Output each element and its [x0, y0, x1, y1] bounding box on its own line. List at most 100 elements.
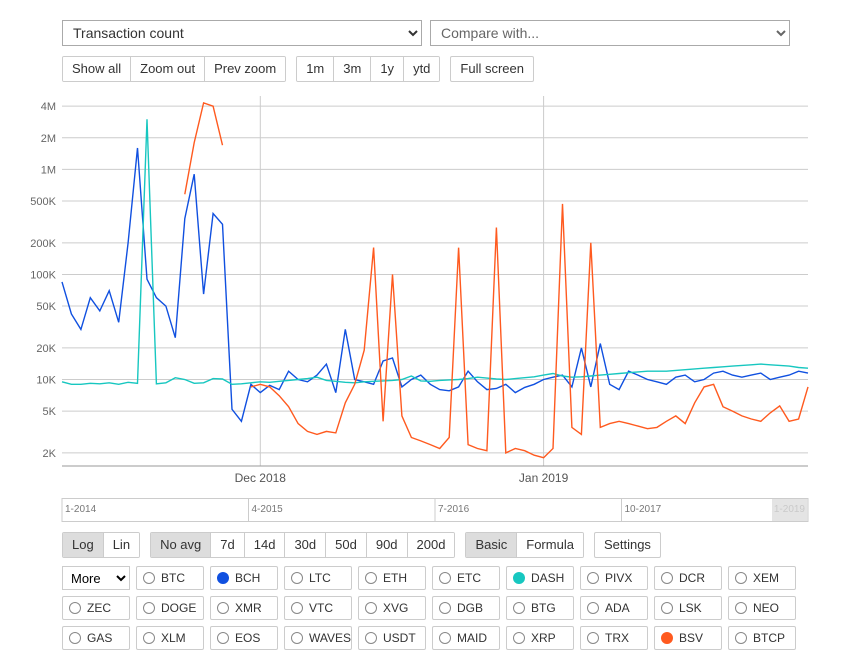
range-1y-button[interactable]: 1y — [370, 57, 403, 81]
avg-200d-button[interactable]: 200d — [407, 533, 455, 557]
prev-zoom-button[interactable]: Prev zoom — [204, 57, 285, 81]
coin-toggle-xem[interactable]: XEM — [728, 566, 796, 590]
coin-dot-icon — [439, 602, 451, 614]
full-screen-button[interactable]: Full screen — [450, 56, 534, 82]
coin-label: DOGE — [161, 601, 196, 615]
coin-dot-icon — [513, 632, 525, 644]
range-1m-button[interactable]: 1m — [297, 57, 333, 81]
coin-toggle-ada[interactable]: ADA — [580, 596, 648, 620]
coin-toggle-bch[interactable]: BCH — [210, 566, 278, 590]
coin-dot-icon — [439, 632, 451, 644]
coin-dot-icon — [143, 572, 155, 584]
svg-text:100K: 100K — [30, 269, 56, 281]
coin-dot-icon — [217, 602, 229, 614]
coin-toggle-gas[interactable]: GAS — [62, 626, 130, 650]
no-avg-button[interactable]: No avg — [151, 533, 210, 557]
coin-label: DCR — [679, 571, 705, 585]
coin-toggle-btc[interactable]: BTC — [136, 566, 204, 590]
coin-label: VTC — [309, 601, 333, 615]
more-coins-select[interactable]: More — [62, 566, 130, 590]
settings-button[interactable]: Settings — [594, 532, 661, 558]
range-ytd-button[interactable]: ytd — [403, 57, 439, 81]
coin-label: BTCP — [753, 631, 785, 645]
svg-text:1M: 1M — [41, 164, 56, 176]
log-button[interactable]: Log — [63, 533, 103, 557]
svg-text:500K: 500K — [30, 196, 56, 208]
coin-toggle-zec[interactable]: ZEC — [62, 596, 130, 620]
coin-dot-icon — [587, 632, 599, 644]
coin-toggle-ltc[interactable]: LTC — [284, 566, 352, 590]
coin-dot-icon — [513, 572, 525, 584]
metric-select[interactable]: Transaction count — [62, 20, 422, 46]
svg-text:10-2017: 10-2017 — [625, 504, 662, 515]
coin-toggle-lsk[interactable]: LSK — [654, 596, 722, 620]
coin-toggle-usdt[interactable]: USDT — [358, 626, 426, 650]
avg-30d-button[interactable]: 30d — [284, 533, 325, 557]
coin-toggle-dgb[interactable]: DGB — [432, 596, 500, 620]
coin-label: NEO — [753, 601, 779, 615]
coin-dot-icon — [587, 572, 599, 584]
chart-area[interactable]: 2K5K10K20K50K100K200K500K1M2M4MDec 2018J… — [18, 86, 825, 496]
coin-toggle-etc[interactable]: ETC — [432, 566, 500, 590]
coin-dot-icon — [365, 632, 377, 644]
coin-dot-icon — [365, 572, 377, 584]
coin-label: BCH — [235, 571, 260, 585]
coin-label: USDT — [383, 631, 416, 645]
range-3m-button[interactable]: 3m — [333, 57, 370, 81]
timeline-brush[interactable]: 1-20144-20157-201610-20171-2019 — [18, 498, 818, 522]
coin-toggle-eos[interactable]: EOS — [210, 626, 278, 650]
coin-dot-icon — [587, 602, 599, 614]
formula-button[interactable]: Formula — [516, 533, 583, 557]
coin-dot-icon — [735, 632, 747, 644]
avg-14d-button[interactable]: 14d — [244, 533, 285, 557]
coin-toggle-xvg[interactable]: XVG — [358, 596, 426, 620]
coin-label: ETC — [457, 571, 481, 585]
coin-label: EOS — [235, 631, 260, 645]
coin-dot-icon — [661, 572, 673, 584]
coin-toggle-btcp[interactable]: BTCP — [728, 626, 796, 650]
lin-button[interactable]: Lin — [103, 533, 139, 557]
coin-toggle-neo[interactable]: NEO — [728, 596, 796, 620]
coin-toggle-eth[interactable]: ETH — [358, 566, 426, 590]
coin-toggle-trx[interactable]: TRX — [580, 626, 648, 650]
avg-7d-button[interactable]: 7d — [210, 533, 243, 557]
coin-toggle-xrp[interactable]: XRP — [506, 626, 574, 650]
coin-label: XRP — [531, 631, 556, 645]
coin-label: BTC — [161, 571, 185, 585]
coin-toggle-pivx[interactable]: PIVX — [580, 566, 648, 590]
basic-button[interactable]: Basic — [466, 533, 516, 557]
coin-dot-icon — [143, 602, 155, 614]
avg-50d-button[interactable]: 50d — [325, 533, 366, 557]
coin-label: LSK — [679, 601, 702, 615]
coin-dot-icon — [217, 572, 229, 584]
coin-toggle-vtc[interactable]: VTC — [284, 596, 352, 620]
coin-toggle-maid[interactable]: MAID — [432, 626, 500, 650]
avg-group: No avg 7d 14d 30d 50d 90d 200d — [150, 532, 455, 558]
coin-toggle-dcr[interactable]: DCR — [654, 566, 722, 590]
svg-text:5K: 5K — [43, 406, 57, 418]
coin-toggle-waves[interactable]: WAVES — [284, 626, 352, 650]
coin-label: DASH — [531, 571, 564, 585]
avg-90d-button[interactable]: 90d — [366, 533, 407, 557]
coin-dot-icon — [735, 602, 747, 614]
svg-text:4M: 4M — [41, 101, 56, 113]
mode-group: Basic Formula — [465, 532, 583, 558]
coin-dot-icon — [661, 602, 673, 614]
coin-toggle-xlm[interactable]: XLM — [136, 626, 204, 650]
coin-toggle-btg[interactable]: BTG — [506, 596, 574, 620]
coin-label: WAVES — [309, 631, 351, 645]
coin-toggle-bsv[interactable]: BSV — [654, 626, 722, 650]
compare-select[interactable]: Compare with... — [430, 20, 790, 46]
coin-toggle-doge[interactable]: DOGE — [136, 596, 204, 620]
coin-dot-icon — [365, 602, 377, 614]
coin-label: DGB — [457, 601, 483, 615]
coin-label: BTG — [531, 601, 556, 615]
svg-text:10K: 10K — [36, 374, 56, 386]
coin-toggle-xmr[interactable]: XMR — [210, 596, 278, 620]
show-all-button[interactable]: Show all — [63, 57, 130, 81]
coin-label: XMR — [235, 601, 262, 615]
coin-toggle-dash[interactable]: DASH — [506, 566, 574, 590]
zoom-out-button[interactable]: Zoom out — [130, 57, 204, 81]
svg-text:4-2015: 4-2015 — [252, 504, 284, 515]
coin-dot-icon — [69, 632, 81, 644]
